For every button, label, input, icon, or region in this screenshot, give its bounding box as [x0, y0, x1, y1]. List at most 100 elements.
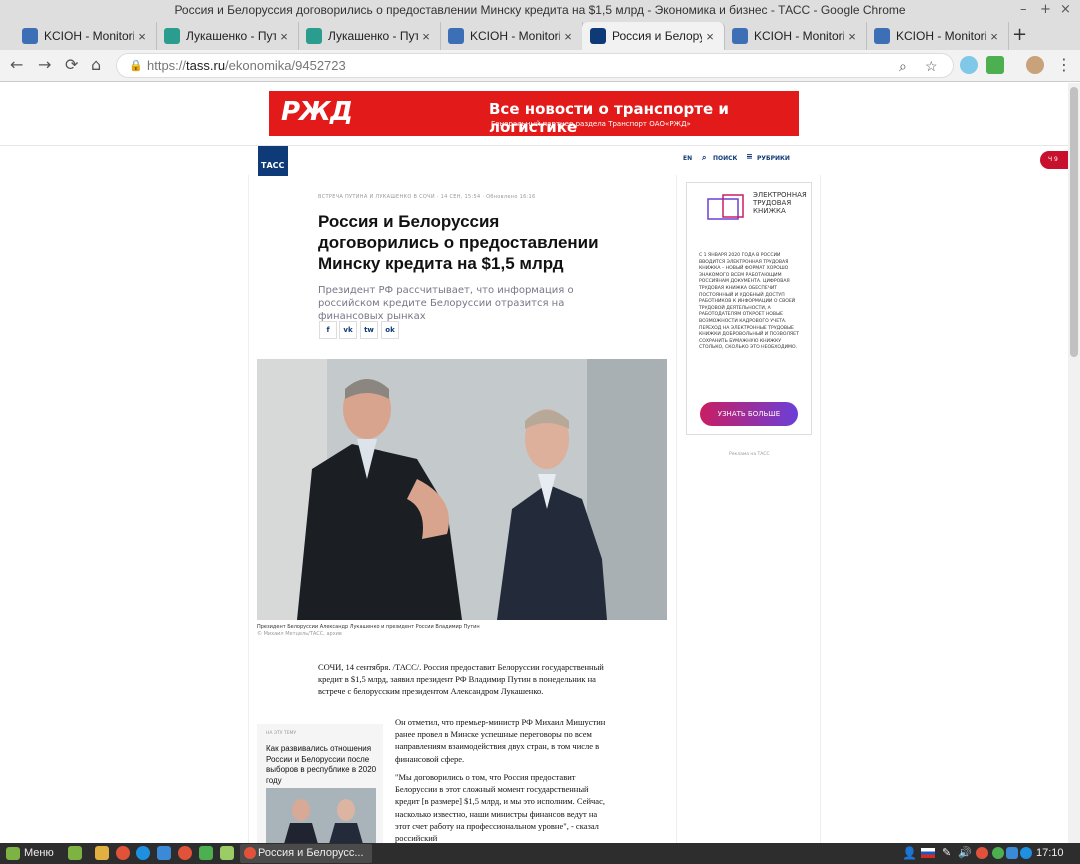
tray-shield-icon[interactable]: [1006, 847, 1018, 859]
ad-block[interactable]: ЭЛЕКТРОННАЯ ТРУДОВАЯ КНИЖКА С 1 ЯНВАРЯ 2…: [686, 182, 812, 435]
chrome-window-icon: [244, 847, 256, 859]
minimize-icon[interactable]: –: [1020, 2, 1027, 17]
clipboard-icon[interactable]: ✎: [942, 846, 951, 859]
app-launcher-icon[interactable]: [95, 846, 109, 860]
live-badge[interactable]: Ч 9: [1040, 151, 1068, 169]
menu-dots-icon[interactable]: ⋮: [1056, 55, 1072, 74]
tass-logo[interactable]: ТАСС: [258, 146, 288, 176]
address-bar[interactable]: 🔒 https://tass.ru/ekonomika/9452723 ⌕ ☆: [116, 53, 954, 78]
chrome-launcher-icon-2[interactable]: [178, 846, 192, 860]
hamburger-icon[interactable]: ≡: [746, 152, 753, 161]
close-window-icon[interactable]: ×: [1060, 2, 1071, 17]
photo-credit: © Михаил Метцель/ТАСС, архив: [257, 631, 342, 637]
tray-skype-icon[interactable]: [1020, 847, 1032, 859]
maximize-icon[interactable]: +: [1040, 2, 1051, 17]
tab-label: KCIOH - Monitoring: [896, 29, 986, 43]
globe-icon: [164, 28, 180, 44]
tab-label: KCIOH - Monitoring: [754, 29, 844, 43]
tab-close-icon[interactable]: ×: [134, 29, 150, 44]
header-divider: [0, 145, 1068, 146]
reload-button[interactable]: ⟳: [65, 55, 78, 74]
tab-label: Россия и Белоруссия: [612, 29, 702, 43]
notes-launcher-icon[interactable]: [199, 846, 213, 860]
tab-close-icon[interactable]: ×: [844, 29, 860, 44]
tray-chrome-icon[interactable]: [976, 847, 988, 859]
search-link[interactable]: ПОИСК: [713, 155, 737, 162]
article-kicker: ВСТРЕЧА ПУТИНА И ЛУКАШЕНКО В СОЧИ · 14 С…: [318, 194, 536, 200]
skype-launcher-icon[interactable]: [136, 846, 150, 860]
related-image[interactable]: [266, 788, 376, 843]
new-tab-button[interactable]: +: [1012, 24, 1027, 45]
tab-1[interactable]: Лукашенко - Путин×: [156, 22, 299, 50]
tab-2[interactable]: Лукашенко - Путин×: [298, 22, 441, 50]
tab-strip: KCIOH - Monitoring×Лукашенко - Путин×Лук…: [0, 22, 1080, 50]
ksion-icon: [448, 28, 464, 44]
tab-close-icon[interactable]: ×: [276, 29, 292, 44]
page-scrollbar[interactable]: [1068, 83, 1080, 843]
tab-close-icon[interactable]: ×: [560, 29, 576, 44]
rzd-logo: РЖД: [281, 97, 353, 127]
taskbar: Меню Россия и Белорусс... 👤 ✎ 🔊 17:10: [0, 843, 1080, 864]
forward-button[interactable]: →: [38, 55, 51, 74]
vk-share-button[interactable]: vk: [339, 321, 357, 339]
lang-switch[interactable]: EN: [683, 155, 692, 162]
web-page: РЖД Все новости о транспорте и логистике…: [0, 83, 1068, 843]
tab-label: Лукашенко - Путин: [186, 29, 276, 43]
facebook-share-button[interactable]: f: [319, 321, 337, 339]
profile-avatar[interactable]: [1026, 56, 1044, 74]
article-paragraph-3: "Мы договорились о том, что Россия предо…: [395, 772, 605, 843]
learn-more-button[interactable]: УЗНАТЬ БОЛЬШЕ: [700, 402, 798, 426]
clock: 17:10: [1036, 847, 1064, 859]
browser-titlebar: Россия и Белоруссия договорились о предо…: [0, 0, 1080, 50]
tab-label: Лукашенко - Путин: [328, 29, 418, 43]
rubrics-link[interactable]: РУБРИКИ: [757, 155, 790, 162]
browser-toolbar: ← → ⟳ ⌂ 🔒 https://tass.ru/ekonomika/9452…: [0, 50, 1080, 82]
scrollbar-thumb[interactable]: [1070, 87, 1078, 357]
home-button[interactable]: ⌂: [91, 55, 101, 74]
ok-share-button[interactable]: ok: [381, 321, 399, 339]
user-icon[interactable]: 👤: [902, 846, 917, 860]
tab-3[interactable]: KCIOH - Monitoring×: [440, 22, 583, 50]
tab-label: KCIOH - Monitoring: [44, 29, 134, 43]
extension-vpn-icon[interactable]: [960, 56, 978, 74]
rzd-banner[interactable]: РЖД Все новости о транспорте и логистике…: [269, 91, 799, 136]
start-menu[interactable]: Меню: [24, 847, 54, 859]
tab-close-icon[interactable]: ×: [986, 29, 1002, 44]
banner-title: Все новости о транспорте и логистике: [489, 100, 729, 136]
tray-update-icon[interactable]: [992, 847, 1004, 859]
ksion-icon: [22, 28, 38, 44]
volume-icon[interactable]: 🔊: [958, 846, 972, 859]
keyboard-layout-flag-icon[interactable]: [921, 848, 935, 858]
tab-label: KCIOH - Monitoring: [470, 29, 560, 43]
twitter-share-button[interactable]: tw: [360, 321, 378, 339]
window-title: Россия и Белоруссия договорились о предо…: [174, 3, 906, 17]
terminal-launcher-icon[interactable]: [220, 846, 234, 860]
chrome-launcher-icon[interactable]: [116, 846, 130, 860]
ad-body: С 1 ЯНВАРЯ 2020 ГОДА В РОССИИ ВВОДИТСЯ Э…: [699, 253, 799, 351]
mint-menu-icon[interactable]: [6, 847, 20, 860]
ad-title: ЭЛЕКТРОННАЯ ТРУДОВАЯ КНИЖКА: [753, 191, 807, 215]
bookmark-star-icon[interactable]: ☆: [925, 58, 938, 75]
lock-icon: 🔒: [129, 60, 143, 72]
extension-icon[interactable]: [986, 56, 1004, 74]
tab-5[interactable]: KCIOH - Monitoring×: [724, 22, 867, 50]
url-path: /ekonomika/9452723: [225, 58, 346, 73]
article-paragraph-1: СОЧИ, 14 сентября. /ТАСС/. Россия предос…: [318, 662, 604, 697]
tab-close-icon[interactable]: ×: [702, 29, 718, 44]
show-desktop-icon[interactable]: [68, 846, 82, 860]
tab-4[interactable]: Россия и Белоруссия×: [582, 22, 725, 50]
ksion-icon: [874, 28, 890, 44]
related-card[interactable]: НА ЭТУ ТЕМУ Как развивались отношения Ро…: [257, 724, 383, 843]
back-button[interactable]: ←: [10, 55, 23, 74]
article-paragraph-2: Он отметил, что премьер-министр РФ Михаи…: [395, 717, 606, 764]
taskbar-window-chrome[interactable]: Россия и Белорусс...: [240, 844, 372, 863]
globe-icon: [306, 28, 322, 44]
zoom-icon[interactable]: ⌕: [899, 58, 907, 75]
related-title[interactable]: Как развивались отношения России и Белор…: [266, 744, 378, 786]
photo-caption: Президент Белоруссии Александр Лукашенко…: [257, 624, 480, 630]
search-icon[interactable]: ⌕: [702, 153, 706, 163]
files-launcher-icon[interactable]: [157, 846, 171, 860]
tab-6[interactable]: KCIOH - Monitoring×: [866, 22, 1009, 50]
tab-close-icon[interactable]: ×: [418, 29, 434, 44]
tab-0[interactable]: KCIOH - Monitoring×: [14, 22, 157, 50]
